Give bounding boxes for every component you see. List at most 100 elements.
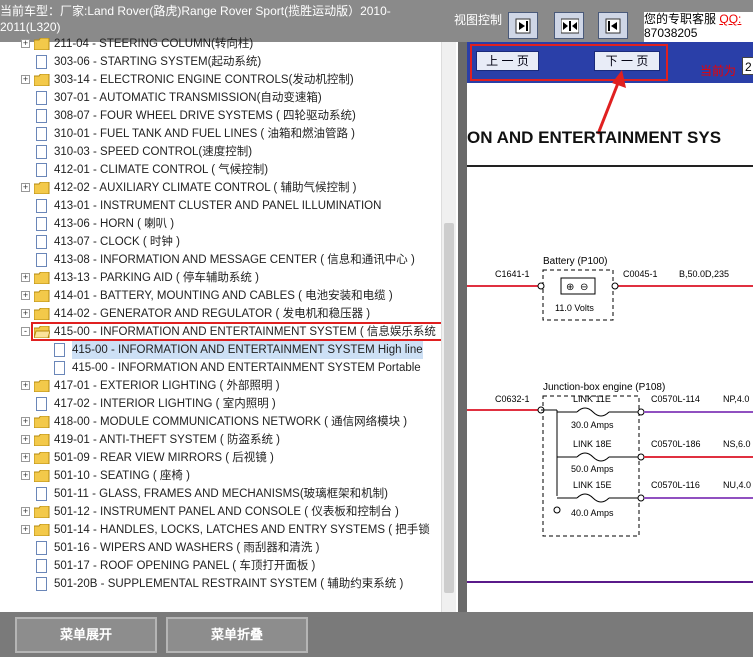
expand-node-icon[interactable]: +: [21, 381, 30, 390]
tree-subitem[interactable]: 415-00 - INFORMATION AND ENTERTAINMENT S…: [0, 359, 441, 377]
tree-item[interactable]: +501-09 - REAR VIEW MIRRORS ( 后视镜 ): [0, 449, 441, 467]
document-heading: ON AND ENTERTAINMENT SYS: [467, 128, 722, 147]
support-number: 87038205: [644, 26, 698, 40]
tree-item-label: 413-08 - INFORMATION AND MESSAGE CENTER …: [54, 254, 415, 266]
link-fuse-3: LINK 15E 40.0 Amps C0570L-116 NU,4.0: [557, 480, 753, 518]
tree-item[interactable]: 501-20B - SUPPLEMENTAL RESTRAINT SYSTEM …: [0, 575, 441, 593]
tree-subitem[interactable]: 415-00 - INFORMATION AND ENTERTAINMENT S…: [0, 341, 441, 359]
tree-item-label: 413-06 - HORN ( 喇叭 ): [54, 218, 175, 230]
tree-item[interactable]: 303-06 - STARTING SYSTEM(起动系统): [0, 53, 441, 71]
tree-item[interactable]: 501-16 - WIPERS AND WASHERS ( 雨刮器和清洗 ): [0, 539, 441, 557]
collapse-node-icon[interactable]: -: [21, 327, 30, 336]
svg-text:C0570L-116: C0570L-116: [651, 480, 700, 490]
expand-node-icon[interactable]: +: [21, 273, 30, 282]
folder-icon: [34, 470, 50, 482]
collapse-menu-button[interactable]: 菜单折叠: [166, 617, 308, 653]
document-icon: [36, 235, 47, 249]
expand-node-icon[interactable]: +: [21, 507, 30, 516]
svg-text:NU,4.0: NU,4.0: [723, 480, 751, 490]
panel-splitter[interactable]: [458, 42, 467, 612]
tree-scrollbar-thumb[interactable]: [444, 223, 454, 593]
view-expand-left-button[interactable]: [598, 12, 628, 39]
svg-text:LINK 11E: LINK 11E: [573, 394, 611, 404]
tree-item[interactable]: +417-01 - EXTERIOR LIGHTING ( 外部照明 ): [0, 377, 441, 395]
tree-item[interactable]: +414-01 - BATTERY, MOUNTING AND CABLES (…: [0, 287, 441, 305]
tree-item[interactable]: 308-07 - FOUR WHEEL DRIVE SYSTEMS ( 四轮驱动…: [0, 107, 441, 125]
current-page-input[interactable]: 2: [742, 57, 753, 75]
expand-node-icon[interactable]: +: [21, 471, 30, 480]
document-icon: [54, 361, 65, 375]
expand-node-icon[interactable]: +: [21, 435, 30, 444]
tree-item[interactable]: 413-01 - INSTRUMENT CLUSTER AND PANEL IL…: [0, 197, 441, 215]
tree-item[interactable]: 310-03 - SPEED CONTROL(速度控制): [0, 143, 441, 161]
tree-item[interactable]: 413-07 - CLOCK ( 时钟 ): [0, 233, 441, 251]
tree-item[interactable]: +211-04 - STEERING COLUMN(转向柱): [0, 35, 441, 53]
tree-item-label: 412-02 - AUXILIARY CLIMATE CONTROL ( 辅助气…: [54, 182, 357, 194]
tree-item-label: 414-02 - GENERATOR AND REGULATOR ( 发电机和稳…: [54, 308, 371, 320]
expand-node-icon[interactable]: +: [21, 75, 30, 84]
expand-menu-button[interactable]: 菜单展开: [15, 617, 157, 653]
tree-item[interactable]: +303-14 - ELECTRONIC ENGINE CONTROLS(发动机…: [0, 71, 441, 89]
expand-node-icon[interactable]: +: [21, 453, 30, 462]
svg-text:C0570L-114: C0570L-114: [651, 394, 700, 404]
customer-support: 您的专职客服 QQ: 87038205: [644, 12, 753, 42]
tree-item[interactable]: +418-00 - MODULE COMMUNICATIONS NETWORK …: [0, 413, 441, 431]
svg-text:50.0 Amps: 50.0 Amps: [571, 464, 614, 474]
arrow-right-bar-icon: [515, 18, 531, 34]
tree-item[interactable]: 310-01 - FUEL TANK AND FUEL LINES ( 油箱和燃…: [0, 125, 441, 143]
expand-node-icon[interactable]: +: [21, 39, 30, 48]
support-text: 您的专职客服: [644, 12, 717, 26]
tree-item-label: 501-14 - HANDLES, LOCKS, LATCHES AND ENT…: [54, 524, 430, 536]
svg-text:⊖: ⊖: [580, 282, 588, 293]
expand-node-icon[interactable]: +: [21, 525, 30, 534]
tree-item[interactable]: +501-12 - INSTRUMENT PANEL AND CONSOLE (…: [0, 503, 441, 521]
tree-item[interactable]: +501-14 - HANDLES, LOCKS, LATCHES AND EN…: [0, 521, 441, 539]
view-expand-right-button[interactable]: [508, 12, 538, 39]
tree-item-label: 413-01 - INSTRUMENT CLUSTER AND PANEL IL…: [54, 200, 382, 212]
wiring-diagram: Battery (P100) ⊕ ⊖ 11.0 Volts C1641-1 C0…: [467, 256, 753, 583]
tree-item-label: 417-01 - EXTERIOR LIGHTING ( 外部照明 ): [54, 380, 280, 392]
tree-item[interactable]: 417-02 - INTERIOR LIGHTING ( 室内照明 ): [0, 395, 441, 413]
document-icon: [36, 55, 47, 69]
tree-item[interactable]: +419-01 - ANTI-THEFT SYSTEM ( 防盗系统 ): [0, 431, 441, 449]
battery-title: Battery (P100): [543, 256, 607, 267]
wire-spec-top: B,50.0D,235: [679, 269, 729, 279]
folder-icon: [34, 308, 50, 320]
folder-icon: [34, 416, 50, 428]
wire-label-c0632: C0632-1: [495, 394, 530, 404]
tree-item[interactable]: +413-13 - PARKING AID ( 停车辅助系统 ): [0, 269, 441, 287]
folder-icon: [34, 74, 50, 86]
support-qq-link[interactable]: QQ:: [719, 12, 741, 26]
view-split-button[interactable]: [554, 12, 584, 39]
tree-item[interactable]: 501-11 - GLASS, FRAMES AND MECHANISMS(玻璃…: [0, 485, 441, 503]
tree-item[interactable]: 413-08 - INFORMATION AND MESSAGE CENTER …: [0, 251, 441, 269]
expand-node-icon[interactable]: +: [21, 309, 30, 318]
arrow-left-bar-icon: [605, 18, 621, 34]
tree-scrollbar[interactable]: [441, 42, 456, 612]
tree-item[interactable]: +414-02 - GENERATOR AND REGULATOR ( 发电机和…: [0, 305, 441, 323]
tree-item-label: 303-06 - STARTING SYSTEM(起动系统): [54, 56, 262, 68]
tree-item[interactable]: 413-06 - HORN ( 喇叭 ): [0, 215, 441, 233]
document-icon: [36, 217, 47, 231]
expand-node-icon[interactable]: +: [21, 417, 30, 426]
vehicle-title: 当前车型：厂家:Land Rover(路虎)Range Rover Sport(…: [0, 4, 391, 34]
document-icon: [54, 343, 65, 357]
tree-item-label: 501-20B - SUPPLEMENTAL RESTRAINT SYSTEM …: [54, 578, 404, 590]
tree-item[interactable]: 501-17 - ROOF OPENING PANEL ( 车顶打开面板 ): [0, 557, 441, 575]
current-page-label: 当前为: [700, 64, 737, 78]
tree-item-label: 307-01 - AUTOMATIC TRANSMISSION(自动变速箱): [54, 92, 322, 104]
tree-item-label: 310-03 - SPEED CONTROL(速度控制): [54, 146, 253, 158]
expand-node-icon[interactable]: +: [21, 291, 30, 300]
document-icon: [36, 559, 47, 573]
expand-node-icon[interactable]: +: [21, 183, 30, 192]
tree-item[interactable]: 412-01 - CLIMATE CONTROL ( 气候控制): [0, 161, 441, 179]
document-icon: [36, 397, 47, 411]
collapse-menu-label: 菜单折叠: [210, 627, 263, 642]
tree-item[interactable]: +412-02 - AUXILIARY CLIMATE CONTROL ( 辅助…: [0, 179, 441, 197]
document-icon: [36, 487, 47, 501]
tree-item-label: 501-16 - WIPERS AND WASHERS ( 雨刮器和清洗 ): [54, 542, 320, 554]
tree-item[interactable]: +501-10 - SEATING ( 座椅 ): [0, 467, 441, 485]
svg-text:40.0 Amps: 40.0 Amps: [571, 508, 614, 518]
tree-item-label: 413-07 - CLOCK ( 时钟 ): [54, 236, 180, 248]
tree-item[interactable]: 307-01 - AUTOMATIC TRANSMISSION(自动变速箱): [0, 89, 441, 107]
